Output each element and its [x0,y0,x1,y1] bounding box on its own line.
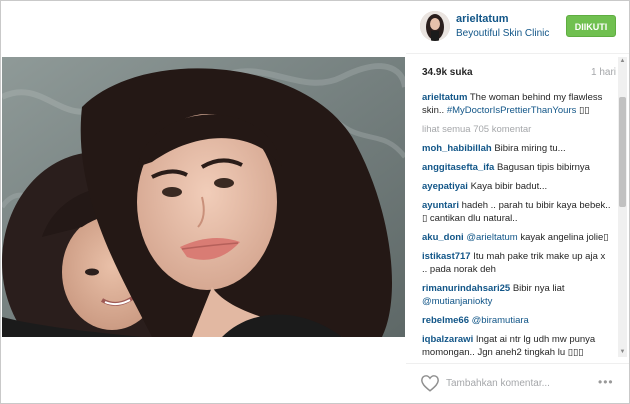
comment-mention[interactable]: @arieltatum [466,232,517,243]
add-comment-input[interactable] [446,374,586,392]
comment-item: anggitasefta_ifa Bagusan tipis bibirnya [422,161,612,174]
heart-icon-svg [421,375,439,392]
comment-text: Bibira miring tu... [494,143,566,154]
more-options-icon[interactable]: ••• [598,375,614,389]
post-meta: 34.9k suka 1 hari [406,53,616,87]
post-photo[interactable] [2,57,405,337]
comment-item: rebelme66 @biramutiara [422,314,612,327]
comment-username[interactable]: ayuntari [422,200,459,211]
comments-scrollbar[interactable]: ▲ ▼ [618,57,627,357]
post-location[interactable]: Beyoutiful Skin Clinic [456,28,549,39]
comment-item: moh_habibillah Bibira miring tu... [422,142,612,155]
instagram-post-frame: arieltatum Beyoutiful Skin Clinic DIIKUT… [0,0,630,404]
comment-text: kayak angelina jolie▯ [520,232,609,243]
caption-emoji: ▯▯ [579,105,590,116]
heart-icon[interactable] [420,374,440,392]
comment-username[interactable]: iqbalzarawi [422,334,473,345]
avatar[interactable] [420,11,450,41]
comment-item: istikast717 Itu mah pake trik make up aj… [422,250,612,276]
comment-item: rimanurindahsari25 Bibir nya liat @mutia… [422,282,612,308]
comment-username[interactable]: rebelme66 [422,315,469,326]
comment-username[interactable]: istikast717 [422,251,471,262]
comment-username[interactable]: ayepatiyai [422,181,468,192]
comment-username[interactable]: aku_doni [422,232,464,243]
caption-hashtag[interactable]: #MyDoctorIsPrettierThanYours [447,105,577,116]
follow-button[interactable]: DIIKUTI [566,15,616,37]
caption: arieltatum The woman behind my flawless … [422,91,612,117]
comment-username[interactable]: rimanurindahsari25 [422,283,510,294]
scrollbar-thumb[interactable] [619,97,626,207]
likes-count[interactable]: 34.9k suka [422,67,473,78]
caption-username[interactable]: arieltatum [422,92,467,103]
comment-item: aku_doni @arieltatum kayak angelina joli… [422,231,612,244]
comment-item: ayuntari hadeh .. parah tu bibir kaya be… [422,199,612,225]
comment-text: Bibir nya liat [512,283,565,294]
selfie-photo-illustration [2,57,405,337]
comment-item: iqbalzarawi Ingat ai ntr lg udh mw punya… [422,333,612,359]
post-time[interactable]: 1 hari [591,67,616,78]
comment-text: Bagusan tipis bibirnya [496,162,590,173]
view-all-comments-link[interactable]: lihat semua 705 komentar [422,123,612,136]
post-username[interactable]: arieltatum [456,13,509,25]
comment-mention[interactable]: @mutianjaniokty [422,296,492,307]
post-footer: ••• [406,363,629,404]
avatar-image [420,11,450,41]
comment-mention[interactable]: @biramutiara [472,315,529,326]
comment-username[interactable]: moh_habibillah [422,143,492,154]
comment-item: ayepatiyai Kaya bibir badut... [422,180,612,193]
comment-text: Kaya bibir badut... [470,181,548,192]
scroll-down-arrow-icon[interactable]: ▼ [618,348,627,357]
post-header: arieltatum Beyoutiful Skin Clinic DIIKUT… [406,1,629,54]
comments-list: arieltatum The woman behind my flawless … [422,91,612,359]
scroll-up-arrow-icon[interactable]: ▲ [618,57,627,66]
comment-username[interactable]: anggitasefta_ifa [422,162,494,173]
